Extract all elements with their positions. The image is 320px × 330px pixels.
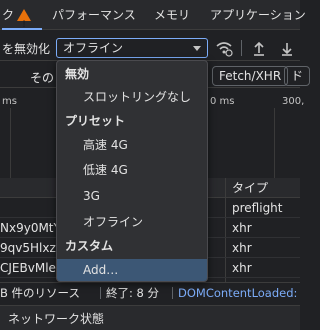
chevron-down-icon [193, 46, 201, 51]
import-har-icon[interactable] [250, 38, 268, 58]
menu-item-no-throttling[interactable]: スロットリングなし [57, 86, 207, 108]
tab-network[interactable]: ク [2, 0, 42, 40]
type-column-header[interactable]: タイプ [232, 178, 268, 198]
network-conditions-icon[interactable] [214, 38, 234, 58]
tab-performance-label: パフォーマンス [52, 8, 136, 22]
disable-cache-label: を無効化 [2, 42, 51, 56]
menu-header-presets: プリセット [65, 114, 126, 128]
timeline-tick: ms [2, 96, 17, 107]
export-har-icon[interactable] [278, 38, 296, 58]
timeline-gridline [10, 108, 11, 178]
throttling-value: オフライン [63, 41, 124, 55]
menu-item-fast-4g[interactable]: 高速 4G [57, 134, 207, 156]
tab-application-label: アプリケーション [210, 8, 306, 22]
timeline-gridline [274, 108, 275, 178]
menu-header-custom: カスタム [65, 239, 114, 253]
filter-other-label[interactable]: その [30, 69, 54, 86]
throttling-select[interactable]: オフライン [56, 38, 208, 58]
menu-item-3g[interactable]: 3G [57, 185, 207, 207]
row-type: xhr [232, 221, 252, 235]
throttling-dropdown-menu: 無効 スロットリングなし プリセット 高速 4G 低速 4G 3G オフライン … [56, 60, 208, 282]
tab-memory-label: メモリ [154, 8, 191, 22]
status-finish: 終了: 8 分 [106, 286, 160, 300]
tab-performance[interactable]: パフォーマンス [52, 0, 136, 30]
row-type: xhr [232, 241, 252, 255]
timeline-tick: 0 ms [210, 96, 235, 107]
row-type: xhr [232, 261, 252, 275]
row-type: preflight [232, 201, 283, 215]
drawer-title: ネットワーク状態 [8, 312, 105, 326]
row-name: Nx9y0MtY [0, 221, 61, 235]
status-divider [172, 287, 173, 299]
filter-doc-chip[interactable]: ド [284, 66, 311, 86]
menu-item-slow-4g[interactable]: 低速 4G [57, 159, 207, 181]
status-dom-content-loaded: DOMContentLoaded: [178, 286, 298, 300]
row-name: CJEBvMle. [0, 261, 60, 275]
tab-application[interactable]: アプリケーション [210, 0, 306, 30]
row-name: 9qv5HlxzL [0, 241, 63, 255]
menu-item-offline[interactable]: オフライン [57, 211, 207, 233]
tab-memory[interactable]: メモリ [154, 0, 190, 30]
tab-network-label: ク [2, 8, 15, 22]
status-divider [100, 287, 101, 299]
menu-item-add[interactable]: Add… [57, 259, 207, 281]
status-requests: B 件のリソース [0, 286, 80, 300]
toolbar-divider [241, 40, 242, 56]
drawer-network-conditions[interactable]: ネットワーク状態 [0, 305, 300, 330]
warning-icon [17, 9, 32, 40]
timeline-tick: 300, [282, 96, 305, 107]
menu-header-disabled: 無効 [65, 67, 90, 81]
filter-fetch-xhr-chip[interactable]: Fetch/XHR [212, 66, 289, 86]
